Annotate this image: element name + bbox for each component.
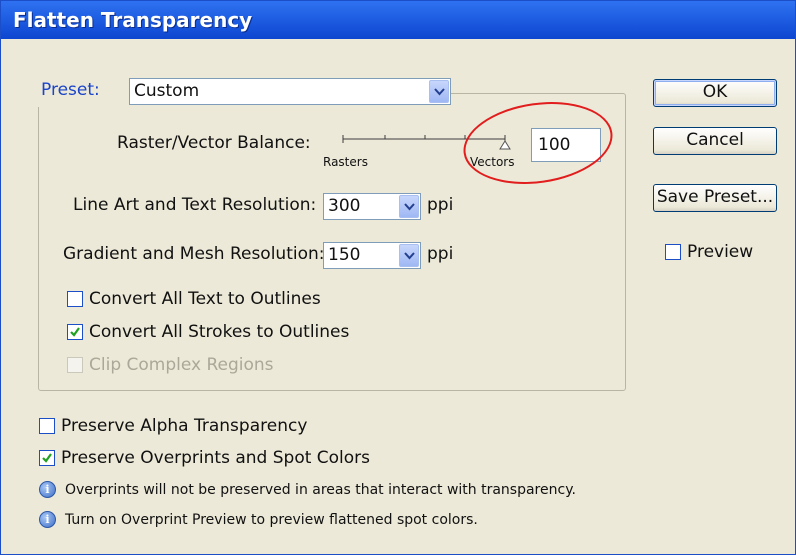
line-art-label: Line Art and Text Resolution: (73, 195, 317, 215)
title-bar[interactable]: Flatten Transparency (1, 1, 795, 39)
clip-complex-label: Clip Complex Regions (89, 355, 274, 375)
balance-label: Raster/Vector Balance: (117, 133, 311, 153)
preview-label: Preview (687, 242, 754, 262)
checkmark-icon (42, 453, 52, 463)
preserve-overprints-label: Preserve Overprints and Spot Colors (61, 448, 371, 468)
preview-checkbox[interactable] (665, 244, 681, 260)
chevron-down-icon[interactable] (399, 195, 419, 218)
preset-select[interactable]: Custom (129, 78, 451, 105)
line-art-value: 300 (328, 196, 361, 216)
gradient-select[interactable]: 150 (323, 242, 421, 269)
gradient-label: Gradient and Mesh Resolution: (63, 244, 325, 264)
gradient-value: 150 (328, 245, 361, 265)
cancel-button[interactable]: Cancel (653, 127, 777, 155)
gradient-unit: ppi (427, 244, 454, 264)
dialog-body: Preset: Custom Raster/Vector Balance: Ra… (5, 39, 791, 550)
preset-value: Custom (134, 81, 200, 101)
ok-button[interactable]: OK (653, 79, 777, 107)
convert-text-label: Convert All Text to Outlines (89, 289, 321, 309)
save-preset-button[interactable]: Save Preset... (653, 184, 777, 212)
info-icon: i (39, 511, 56, 528)
info-icon: i (39, 481, 56, 498)
window-title: Flatten Transparency (13, 8, 253, 32)
line-art-select[interactable]: 300 (323, 193, 421, 220)
clip-complex-checkbox (67, 357, 83, 373)
flatten-transparency-dialog: Flatten Transparency Preset: Custom Rast… (0, 0, 796, 555)
preset-label: Preset: (41, 80, 100, 100)
info-overprint-preview: Turn on Overprint Preview to preview fla… (65, 512, 478, 528)
rasters-label: Rasters (323, 155, 368, 169)
chevron-down-icon[interactable] (399, 244, 419, 267)
preserve-alpha-label: Preserve Alpha Transparency (61, 416, 308, 436)
line-art-unit: ppi (427, 195, 454, 215)
preserve-overprints-checkbox[interactable] (39, 450, 55, 466)
chevron-down-icon[interactable] (429, 80, 449, 103)
preserve-alpha-checkbox[interactable] (39, 418, 55, 434)
convert-text-checkbox[interactable] (67, 291, 83, 307)
checkmark-icon (70, 327, 80, 337)
info-overprints: Overprints will not be preserved in area… (65, 482, 576, 498)
convert-strokes-checkbox[interactable] (67, 324, 83, 340)
convert-strokes-label: Convert All Strokes to Outlines (89, 322, 350, 342)
